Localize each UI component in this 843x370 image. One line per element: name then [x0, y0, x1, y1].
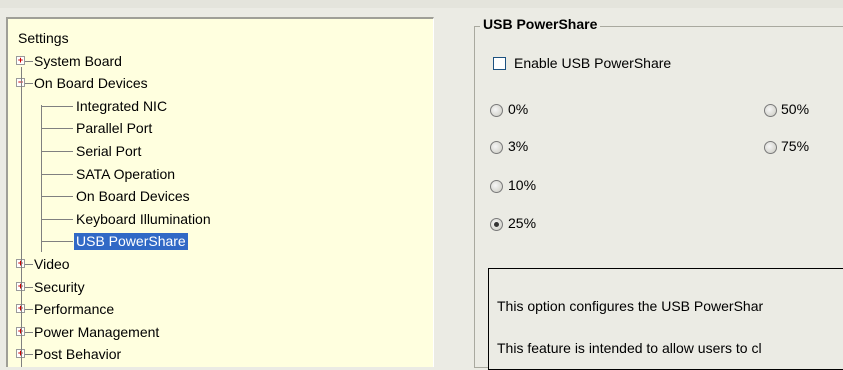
radio-75-percent[interactable]: [764, 141, 777, 154]
tree-item-power-management[interactable]: + Power Management: [8, 321, 433, 344]
settings-tree[interactable]: Settings + System Board − On Board Devic…: [6, 17, 434, 367]
description-line: This feature is intended to allow users …: [497, 340, 762, 356]
group-title: USB PowerShare: [480, 16, 601, 32]
tree-item-post-behavior[interactable]: + Post Behavior: [8, 343, 433, 366]
tree-item-on-board-devices-sub[interactable]: On Board Devices: [8, 185, 433, 208]
tree-item-label: Serial Port: [76, 142, 142, 159]
radio-10-percent[interactable]: [490, 180, 503, 193]
tree-item-label: Integrated NIC: [76, 97, 168, 114]
tree-item-sata-operation[interactable]: SATA Operation: [8, 163, 433, 186]
tree-connector: [41, 150, 73, 152]
tree-item-label: Performance: [34, 301, 115, 318]
top-band: [0, 0, 843, 8]
radio-label[interactable]: 25%: [508, 215, 536, 231]
tree-connector: [41, 105, 73, 107]
tree-item-integrated-nic[interactable]: Integrated NIC: [8, 95, 433, 118]
tree-connector: [41, 105, 42, 252]
tree-item-video[interactable]: + Video: [8, 253, 433, 276]
enable-usb-powershare-label[interactable]: Enable USB PowerShare: [514, 55, 671, 71]
tree-item-security[interactable]: + Security: [8, 276, 433, 299]
tree-item-label: Video: [34, 255, 70, 272]
tree-item-label: USB PowerShare: [74, 233, 188, 251]
radio-25-percent[interactable]: [490, 218, 503, 231]
tree-item-label: Keyboard Illumination: [76, 210, 211, 227]
tree-root-label: Settings: [18, 30, 69, 46]
tree-connector: [41, 128, 73, 130]
tree-item-label: SATA Operation: [76, 165, 176, 182]
tree-item-label: Power Management: [34, 323, 160, 340]
tree-connector: [41, 173, 73, 175]
tree-item-usb-powershare[interactable]: USB PowerShare: [8, 230, 433, 253]
radio-label[interactable]: 0%: [508, 101, 528, 117]
tree-connector: [21, 67, 22, 367]
radio-label[interactable]: 3%: [508, 138, 528, 154]
tree-item-keyboard-illumination[interactable]: Keyboard Illumination: [8, 208, 433, 231]
tree-connector: [41, 218, 73, 220]
tree-item-label: On Board Devices: [34, 75, 148, 92]
tree-connector: [41, 241, 73, 243]
tree-item-label: System Board: [34, 52, 122, 69]
tree-item-label: On Board Devices: [76, 188, 190, 205]
tree-item-serial-port[interactable]: Serial Port: [8, 140, 433, 163]
tree-item-system-board[interactable]: + System Board: [8, 50, 433, 73]
tree-item-on-board-devices[interactable]: − On Board Devices: [8, 72, 433, 95]
radio-label[interactable]: 75%: [781, 138, 809, 154]
tree-connector: [41, 196, 73, 198]
expand-icon[interactable]: +: [16, 55, 25, 65]
description-box: This option configures the USB PowerShar…: [488, 268, 843, 370]
tree-item-label: Parallel Port: [76, 120, 153, 137]
tree-item-label: Security: [34, 278, 85, 295]
radio-50-percent[interactable]: [764, 104, 777, 117]
radio-label[interactable]: 10%: [508, 177, 536, 193]
radio-3-percent[interactable]: [490, 141, 503, 154]
tree-root-settings[interactable]: Settings: [8, 27, 433, 50]
radio-label[interactable]: 50%: [781, 101, 809, 117]
tree-item-label: Post Behavior: [34, 346, 122, 363]
tree-item-parallel-port[interactable]: Parallel Port: [8, 117, 433, 140]
enable-usb-powershare-checkbox[interactable]: [493, 57, 506, 70]
tree-item-performance[interactable]: + Performance: [8, 298, 433, 321]
radio-0-percent[interactable]: [490, 104, 503, 117]
description-line: This option configures the USB PowerShar: [497, 298, 764, 314]
